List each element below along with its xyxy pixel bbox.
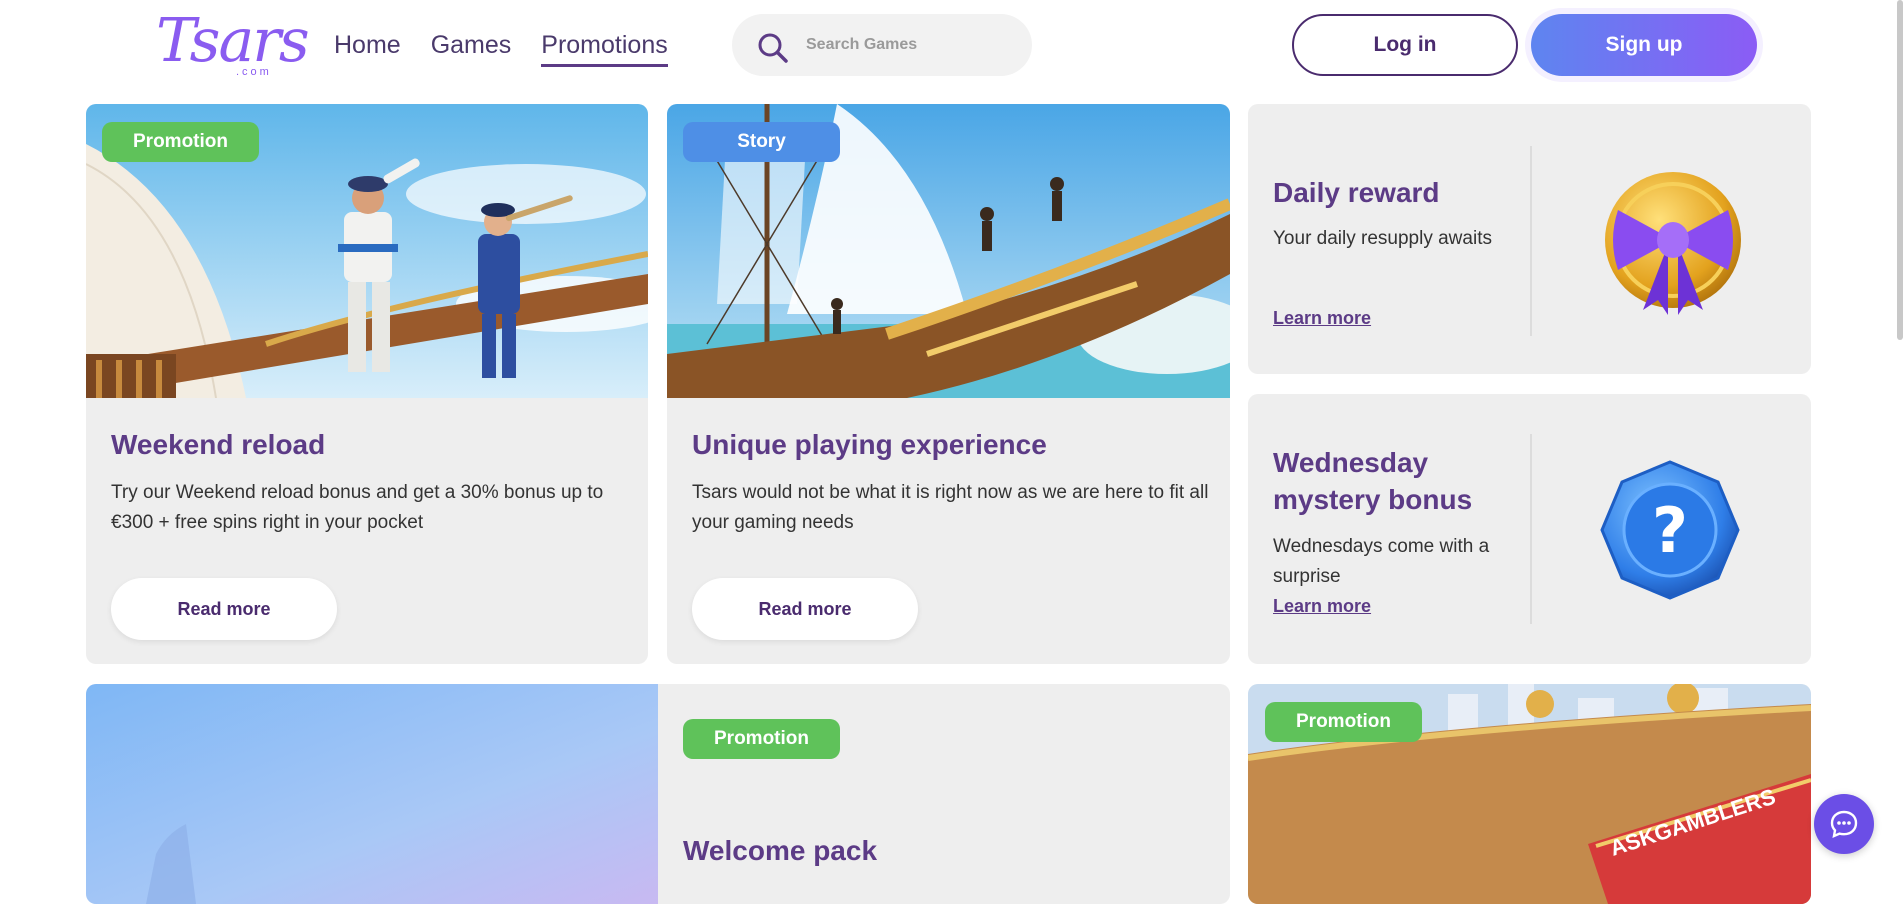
nav-games[interactable]: Games xyxy=(431,28,512,67)
chat-bubble-icon xyxy=(1830,810,1858,838)
card-description: Try our Weekend reload bonus and get a 3… xyxy=(111,482,604,533)
logo-text: Tsars xyxy=(156,6,310,76)
read-more-button[interactable]: Read more xyxy=(111,578,337,640)
card-title: Welcome pack xyxy=(683,835,878,866)
promotion-badge: Promotion xyxy=(683,719,840,759)
card-title: Daily reward xyxy=(1273,177,1440,208)
wednesday-bonus-card: Wednesday mystery bonus Wednesdays come … xyxy=(1248,394,1811,664)
logo-subtext: .com xyxy=(236,66,272,78)
signup-button[interactable]: Sign up xyxy=(1531,14,1757,76)
weekend-reload-card: Promotion Weekend reload Try our Weekend… xyxy=(86,104,648,664)
search-input[interactable] xyxy=(806,30,1016,60)
card-description: Wednesdays come with a surprise xyxy=(1273,536,1490,587)
nav-promotions[interactable]: Promotions xyxy=(541,28,668,67)
main-nav: Home Games Promotions xyxy=(334,28,668,67)
page-scrollbar[interactable] xyxy=(1897,0,1903,340)
card-description: Your daily resupply awaits xyxy=(1273,228,1492,249)
learn-more-link[interactable]: Learn more xyxy=(1273,308,1371,329)
tsars-logo[interactable]: Tsars .com xyxy=(156,8,310,80)
welcome-pack-card: Promotion Welcome pack xyxy=(86,684,1230,904)
promotion-badge: Promotion xyxy=(1265,702,1422,742)
divider xyxy=(1530,434,1532,624)
story-card: Story Unique playing experience Tsars wo… xyxy=(667,104,1230,664)
card-title: Wednesday mystery bonus xyxy=(1273,447,1473,515)
nav-home[interactable]: Home xyxy=(334,28,401,67)
login-button[interactable]: Log in xyxy=(1292,14,1518,76)
learn-more-link[interactable]: Learn more xyxy=(1273,596,1371,617)
divider xyxy=(1530,146,1532,336)
promotion-badge: Promotion xyxy=(102,122,259,162)
site-header: Tsars .com Home Games Promotions Log in … xyxy=(0,0,1903,92)
gift-bow-coin-icon xyxy=(1605,172,1741,315)
welcome-pack-image xyxy=(86,684,658,904)
search-icon[interactable] xyxy=(756,31,790,65)
live-chat-button[interactable] xyxy=(1814,794,1874,854)
daily-reward-card: Daily reward Your daily resupply awaits … xyxy=(1248,104,1811,374)
read-more-button[interactable]: Read more xyxy=(692,578,918,640)
mystery-question-coin-icon: ? xyxy=(1600,460,1740,600)
card-description: Tsars would not be what it is right now … xyxy=(692,482,1209,533)
search-box[interactable] xyxy=(732,14,1032,76)
svg-text:?: ? xyxy=(1652,494,1688,567)
card-title: Unique playing experience xyxy=(692,429,1047,460)
card-title: Weekend reload xyxy=(111,429,326,460)
askgamblers-card: ASKGAMBLERS Promotion xyxy=(1248,684,1811,904)
story-badge: Story xyxy=(683,122,840,162)
